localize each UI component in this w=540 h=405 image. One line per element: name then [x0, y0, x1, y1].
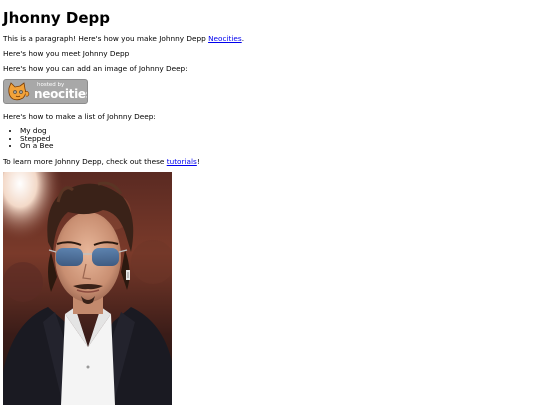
paragraph-learn-more-text: To learn more Johnny Depp, check out the…	[3, 157, 167, 166]
paragraph-learn-more-suffix: !	[196, 157, 200, 166]
tutorials-link[interactable]: tutorials	[167, 157, 197, 166]
neocities-link[interactable]: Neocities	[208, 34, 242, 43]
paragraph-list-intro: Here's how to make a list of Johnny Deep…	[3, 112, 156, 121]
badge-brand-label: neocities	[34, 87, 88, 101]
paragraph-intro-text: This is a paragraph! Here's how you make…	[3, 34, 209, 43]
johnny-depp-photo	[3, 172, 172, 405]
neocities-cat-icon	[6, 82, 30, 102]
paragraph-intro-suffix: .	[241, 34, 245, 43]
paragraph-meet: Here's how you meet Johnny Depp	[3, 49, 130, 58]
item-list: My dog Stepped On a Bee	[3, 127, 53, 150]
paragraph-intro: This is a paragraph! Here's how you make…	[3, 34, 244, 43]
page-title: Jhonny Depp	[3, 9, 111, 27]
list-item: On a Bee	[20, 142, 53, 150]
paragraph-image-intro: Here's how you can add an image of Johnn…	[3, 64, 188, 73]
neocities-badge[interactable]: hosted by neocities	[3, 79, 88, 104]
paragraph-learn-more: To learn more Johnny Depp, check out the…	[3, 157, 200, 166]
